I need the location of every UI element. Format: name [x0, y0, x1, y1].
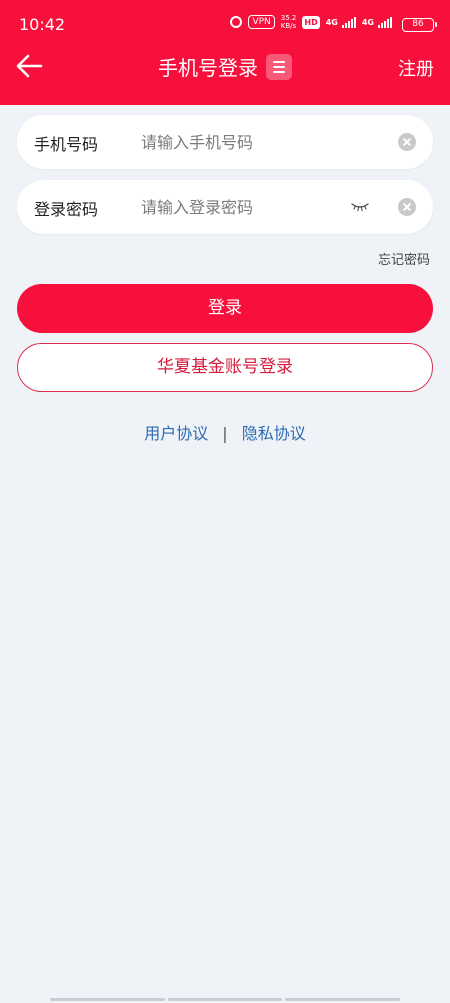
signal-icon-2 [378, 16, 392, 28]
network-type-1: 4G [325, 17, 338, 27]
hd-icon: HD [302, 15, 320, 29]
privacy-agreement-link[interactable]: 隐私协议 [242, 424, 306, 443]
battery-icon: 86 [402, 18, 437, 32]
status-bar: 10:42 VPN 35.2 KB/s HD 4G 4G 86 [0, 0, 450, 48]
home-indicator [50, 998, 401, 1001]
nav-title-bar: 手机号登录 [0, 52, 450, 81]
status-icons: VPN 35.2 KB/s HD 4G 4G [230, 14, 392, 30]
agreements: 用户协议 | 隐私协议 [0, 420, 450, 444]
phone-field: 手机号码 [17, 115, 433, 169]
network-type-2: 4G [361, 17, 374, 27]
password-label: 登录密码 [34, 200, 99, 219]
page-title: 手机号登录 [158, 56, 258, 80]
password-input[interactable] [141, 192, 341, 222]
eye-closed-icon[interactable] [350, 199, 370, 213]
speed-unit: KB/s [280, 22, 297, 30]
alarm-icon [230, 16, 243, 28]
forgot-password-link[interactable]: 忘记密码 [378, 249, 430, 268]
menu-icon[interactable] [266, 53, 292, 80]
header: 10:42 VPN 35.2 KB/s HD 4G 4G 86 手机号登录 注册 [0, 0, 450, 105]
agreement-separator: | [222, 424, 228, 443]
vpn-badge: VPN [248, 15, 275, 29]
user-agreement-link[interactable]: 用户协议 [144, 424, 208, 443]
speed-value: 35.2 [280, 14, 297, 22]
fund-account-login-button[interactable]: 华夏基金账号登录 [17, 343, 433, 392]
register-link[interactable]: 注册 [398, 55, 434, 81]
clear-phone-icon[interactable] [398, 133, 416, 151]
phone-label: 手机号码 [34, 135, 99, 154]
status-time: 10:42 [19, 15, 66, 34]
phone-input[interactable] [141, 127, 341, 157]
password-field: 登录密码 [17, 180, 433, 234]
clear-password-icon[interactable] [398, 198, 416, 216]
back-arrow-icon[interactable] [14, 51, 44, 81]
login-button[interactable]: 登录 [17, 284, 433, 333]
signal-icon [341, 16, 356, 28]
network-speed: 35.2 KB/s [281, 14, 297, 30]
